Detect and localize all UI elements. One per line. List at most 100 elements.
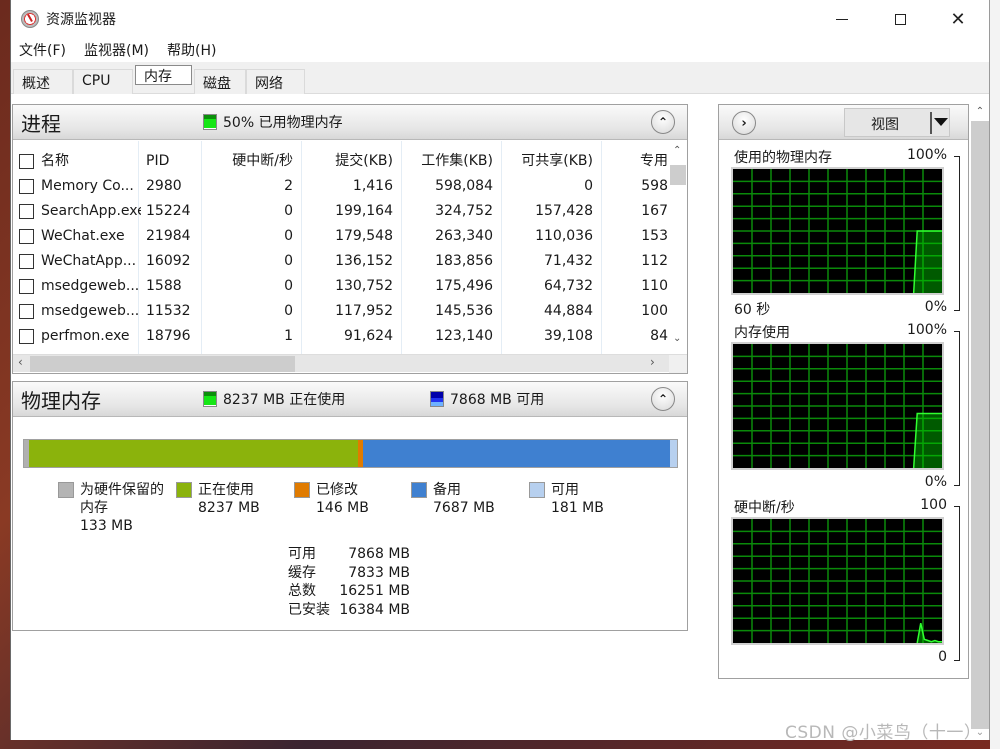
row-checkbox[interactable] <box>19 254 34 269</box>
table-cell: 21984 <box>146 228 191 244</box>
close-icon: ✕ <box>950 8 966 30</box>
column-header[interactable]: 硬中断/秒 <box>203 149 293 174</box>
process-table-horizontal-scrollbar[interactable]: ‹ › <box>13 354 687 373</box>
collapse-processes-button[interactable]: ⌃ <box>651 110 675 134</box>
menu-file[interactable]: 文件(F) <box>19 40 66 60</box>
table-row[interactable]: perfmon.exe 18796 1 91,624 123,140 39,108 84 <box>13 324 669 349</box>
scroll-thumb[interactable] <box>670 165 686 185</box>
table-row[interactable]: msedgeweb... 11532 0 117,952 145,536 44,884 10… <box>13 299 669 324</box>
table-cell: WeChatApp... <box>41 253 137 269</box>
legend-label: 备用 <box>433 482 461 498</box>
row-checkbox[interactable] <box>19 229 34 244</box>
legend-free: 可用 181 MB <box>529 481 604 517</box>
physical-memory-header[interactable]: 物理内存 8237 MB 正在使用 7868 MB 可用 ⌃ <box>13 382 687 417</box>
row-checkbox[interactable] <box>19 304 34 319</box>
window-vertical-scrollbar[interactable]: ⌃ ⌄ <box>971 103 989 738</box>
table-row[interactable]: WeChatApp... 16092 0 136,152 183,856 71,432 11… <box>13 249 669 274</box>
close-button[interactable]: ✕ <box>929 0 987 38</box>
summary-row-cached: 缓存 7833 MB <box>288 564 410 583</box>
maximize-button[interactable] <box>871 0 929 38</box>
table-cell: 1588 <box>146 278 182 294</box>
graph-min-label: 0% <box>924 474 947 490</box>
process-table-vertical-scrollbar[interactable]: ⌃ ⌄ <box>669 141 687 354</box>
view-dropdown-button[interactable]: 视图 <box>844 108 950 137</box>
tab-memory[interactable]: 内存 <box>135 65 192 85</box>
table-cell: Memory Co... <box>41 178 134 194</box>
column-header[interactable]: 可共享(KB) <box>503 149 593 174</box>
table-cell: 84 <box>650 328 668 344</box>
desktop-background-right <box>990 0 1000 749</box>
collapse-physical-memory-button[interactable]: ⌃ <box>651 387 675 411</box>
table-cell: 2980 <box>146 178 182 194</box>
row-checkbox[interactable] <box>19 279 34 294</box>
standby-swatch <box>411 482 427 498</box>
table-row[interactable]: WeChat.exe 21984 0 179,548 263,340 110,036 153 <box>13 224 669 249</box>
tab-network[interactable]: 网络 <box>246 69 305 94</box>
table-cell: 110,036 <box>535 228 593 244</box>
table-cell: 91,624 <box>344 328 393 344</box>
row-checkbox[interactable] <box>19 329 34 344</box>
table-row[interactable]: SearchApp.exe 15224 0 199,164 324,752 157,428… <box>13 199 669 224</box>
physical-memory-panel: 物理内存 8237 MB 正在使用 7868 MB 可用 ⌃ 为硬件保留的 内存… <box>12 381 688 631</box>
column-header[interactable]: 专用 <box>613 149 668 174</box>
legend-label: 可用 <box>551 482 579 498</box>
processes-header[interactable]: 进程 50% 已用物理内存 ⌃ <box>13 105 687 140</box>
table-cell: 199,164 <box>335 203 393 219</box>
memory-bar-segment-in-use <box>29 440 358 467</box>
table-cell: 0 <box>284 253 293 269</box>
scroll-up-icon[interactable]: ⌃ <box>971 103 989 121</box>
summary-value: 7868 MB <box>348 546 410 562</box>
table-cell: 18796 <box>146 328 191 344</box>
scroll-right-icon[interactable]: › <box>650 355 655 369</box>
table-cell: 16092 <box>146 253 191 269</box>
table-row[interactable]: msedgeweb... 1588 0 130,752 175,496 64,732 110 <box>13 274 669 299</box>
summary-label: 总数 <box>288 583 316 599</box>
summary-value: 16384 MB <box>339 601 410 618</box>
scroll-left-icon[interactable]: ‹ <box>18 355 23 369</box>
graph-used-physical-memory: 使用的物理内存 100% 60 秒 0% <box>719 147 969 322</box>
scroll-down-icon[interactable]: ⌄ <box>673 333 681 344</box>
tab-cpu[interactable]: CPU <box>73 69 133 94</box>
select-all-checkbox[interactable] <box>19 154 34 169</box>
title-bar[interactable]: 资源监视器 ✕ <box>11 0 989 38</box>
tab-disk[interactable]: 磁盘 <box>194 69 246 94</box>
minimize-button[interactable] <box>813 0 871 38</box>
processes-stat-text: 50% 已用物理内存 <box>223 115 343 131</box>
table-header-row[interactable]: 名称 PID 硬中断/秒 提交(KB) 工作集(KB) 可共享(KB) 专用 <box>13 149 669 174</box>
processes-memory-stat: 50% 已用物理内存 <box>203 112 343 132</box>
row-checkbox[interactable] <box>19 179 34 194</box>
menu-help[interactable]: 帮助(H) <box>167 40 216 60</box>
table-cell: 2 <box>284 178 293 194</box>
table-cell: 100 <box>641 303 668 319</box>
horizontal-scroll-thumb[interactable] <box>30 356 295 372</box>
graph-min-label: 0 <box>938 649 947 665</box>
tab-bar: 概述 CPU 内存 磁盘 网络 <box>11 62 989 94</box>
graph-scale-bracket <box>954 331 960 486</box>
summary-value: 16251 MB <box>339 583 410 599</box>
in-use-swatch <box>176 482 192 498</box>
menu-monitor[interactable]: 监视器(M) <box>84 40 149 60</box>
column-header[interactable]: PID <box>146 149 196 174</box>
maximize-icon <box>894 13 906 25</box>
modified-swatch <box>294 482 310 498</box>
memory-available-stat: 7868 MB 可用 <box>430 389 544 409</box>
column-header[interactable]: 名称 <box>41 149 141 174</box>
legend-label: 正在使用 <box>198 482 254 498</box>
table-row[interactable]: Memory Co... 2980 2 1,416 598,084 0 598 <box>13 174 669 199</box>
column-header[interactable]: 工作集(KB) <box>403 149 493 174</box>
legend-modified: 已修改 146 MB <box>294 481 369 517</box>
column-header[interactable]: 提交(KB) <box>303 149 393 174</box>
table-cell: 11532 <box>146 303 191 319</box>
legend-value: 146 MB <box>316 500 369 516</box>
table-cell: 117,952 <box>335 303 393 319</box>
resource-monitor-app-icon <box>21 10 39 28</box>
memory-summary: 可用 7868 MB 缓存 7833 MB 总数 16251 MB 已安装 16384 … <box>288 545 410 619</box>
resource-monitor-window: 资源监视器 ✕ 文件(F) 监视器(M) 帮助(H) 概述 CPU 内存 磁盘 … <box>10 0 990 740</box>
table-cell: 167 <box>641 203 668 219</box>
row-checkbox[interactable] <box>19 204 34 219</box>
tab-overview[interactable]: 概述 <box>13 69 73 94</box>
graph-max-label: 100 <box>920 497 947 513</box>
table-cell: 0 <box>284 278 293 294</box>
expand-graphs-button[interactable]: › <box>732 111 756 135</box>
scroll-up-icon[interactable]: ⌃ <box>673 145 681 156</box>
